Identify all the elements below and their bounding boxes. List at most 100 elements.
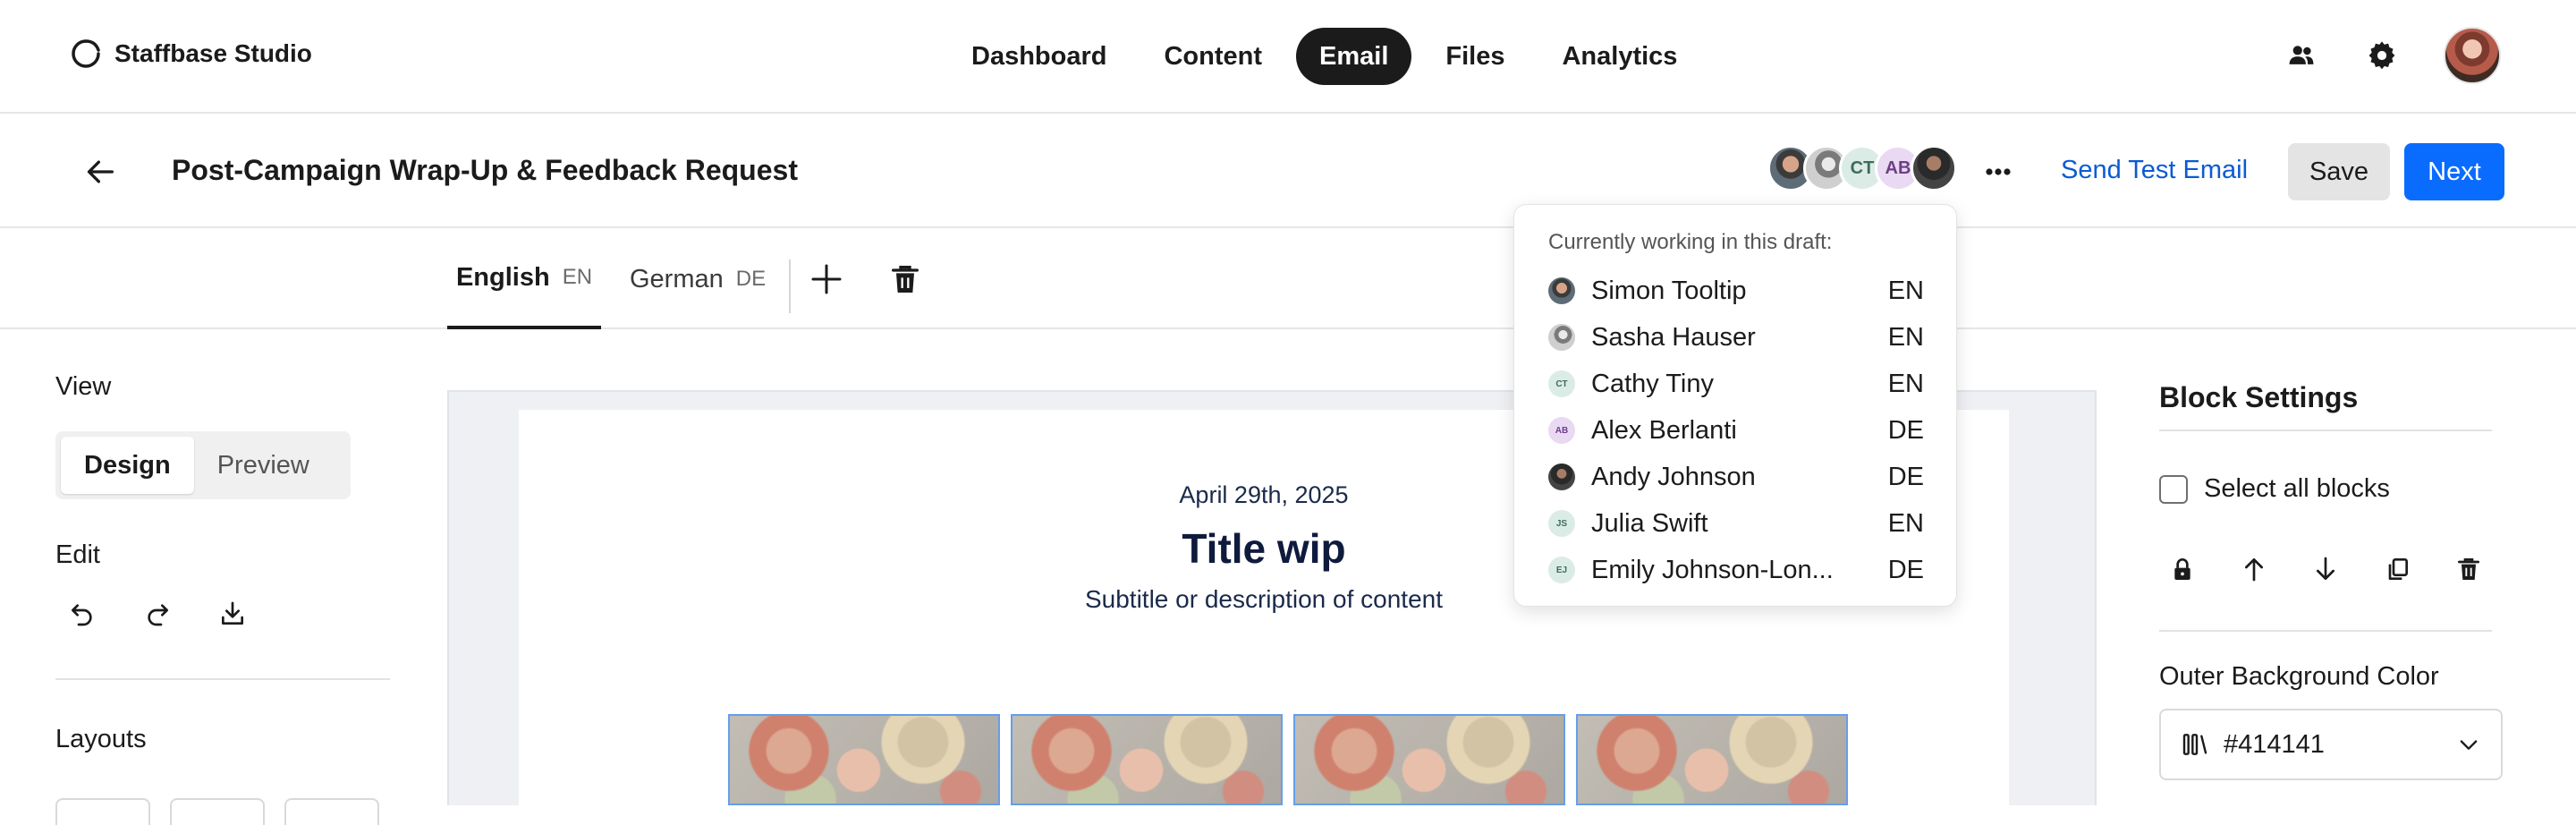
collaborator-list: Simon Tooltip EN Sasha Hauser EN CT Cath… [1548, 268, 1924, 593]
collaborator-language: DE [1887, 555, 1924, 584]
undo-icon[interactable] [68, 600, 97, 628]
user-avatar[interactable] [2444, 27, 2501, 84]
edit-section-label: Edit [55, 540, 100, 569]
color-swatch-icon [2181, 730, 2209, 759]
move-up-arrow-icon[interactable] [2240, 555, 2268, 583]
nav-tab-dashboard[interactable]: Dashboard [948, 28, 1130, 85]
language-code: EN [562, 265, 593, 289]
collaborator-language: DE [1887, 415, 1924, 445]
collaborator-language: EN [1887, 276, 1924, 305]
add-language-plus-icon[interactable] [809, 261, 844, 297]
collaborator-avatar: AB [1548, 417, 1575, 444]
back-arrow-icon[interactable] [82, 154, 118, 190]
duplicate-icon[interactable] [2383, 555, 2411, 583]
divider [2159, 630, 2492, 632]
collaborator-avatar: CT [1548, 370, 1575, 397]
download-icon[interactable] [218, 600, 247, 628]
move-down-arrow-icon[interactable] [2311, 555, 2340, 583]
divider [789, 259, 791, 313]
top-navigation: Staffbase Studio Dashboard Content Email… [0, 0, 2576, 114]
collaborator-language: EN [1887, 322, 1924, 352]
block-settings-title: Block Settings [2159, 381, 2359, 413]
collaborator-row[interactable]: EJ Emily Johnson-Lon... DE [1548, 547, 1924, 593]
next-button[interactable]: Next [2404, 143, 2504, 200]
food-image[interactable] [1293, 714, 1565, 805]
collaborator-avatar: EJ [1548, 557, 1575, 583]
outer-background-color-label: Outer Background Color [2159, 662, 2439, 691]
language-name: German [630, 264, 724, 293]
save-button[interactable]: Save [2288, 143, 2390, 200]
image-grid [728, 714, 1848, 805]
staffbase-logo-icon [70, 38, 102, 70]
view-option-design[interactable]: Design [61, 437, 194, 494]
popover-heading: Currently working in this draft: [1548, 230, 1833, 254]
collaborator-name: Sasha Hauser [1591, 322, 1756, 352]
block-actions [2168, 555, 2483, 583]
brand[interactable]: Staffbase Studio [70, 38, 312, 70]
collaborator-name: Simon Tooltip [1591, 276, 1747, 305]
food-image[interactable] [728, 714, 1000, 805]
nav-tab-analytics[interactable]: Analytics [1538, 28, 1700, 85]
collaborator-name: Alex Berlanti [1591, 415, 1737, 445]
collaborator-avatar [1548, 324, 1575, 351]
select-all-blocks[interactable]: Select all blocks [2159, 474, 2390, 504]
collaborator-language: EN [1887, 508, 1924, 538]
collaborator-name: Emily Johnson-Lon... [1591, 555, 1834, 584]
page-title: Post-Campaign Wrap-Up & Feedback Request [172, 154, 798, 186]
more-options-icon[interactable] [1980, 154, 2016, 190]
send-test-email-button[interactable]: Send Test Email [2061, 156, 2248, 185]
collaborator-row[interactable]: JS Julia Swift EN [1548, 500, 1924, 547]
language-tab-english[interactable]: English EN [447, 229, 601, 329]
select-all-checkbox[interactable] [2159, 474, 2188, 504]
layouts-section-label: Layouts [55, 725, 147, 753]
brand-name: Staffbase Studio [114, 39, 312, 67]
collaborator-avatar[interactable] [1911, 145, 1957, 191]
divider [2159, 430, 2492, 431]
nav-tab-files[interactable]: Files [1422, 28, 1528, 85]
view-section-label: View [55, 372, 112, 401]
collaborator-avatars[interactable]: CT AB [1767, 145, 1957, 191]
collaborator-row[interactable]: Sasha Hauser EN [1548, 314, 1924, 361]
collaborator-row[interactable]: AB Alex Berlanti DE [1548, 407, 1924, 454]
collaborator-avatar: JS [1548, 510, 1575, 537]
edit-actions [68, 600, 247, 628]
draft-header: Post-Campaign Wrap-Up & Feedback Request… [0, 115, 2576, 228]
collaborator-row[interactable]: CT Cathy Tiny EN [1548, 361, 1924, 407]
layout-thumbnails [55, 798, 379, 825]
collaborator-avatar [1548, 464, 1575, 490]
language-bar: English EN German DE [0, 229, 2576, 329]
food-image[interactable] [1576, 714, 1848, 805]
chevron-down-icon [2456, 732, 2481, 757]
lock-icon[interactable] [2168, 555, 2197, 583]
nav-tab-email[interactable]: Email [1296, 28, 1412, 85]
delete-language-trash-icon[interactable] [887, 261, 923, 297]
people-icon[interactable] [2283, 37, 2320, 74]
main-nav-tabs: Dashboard Content Email Files Analytics [948, 28, 1711, 85]
food-image[interactable] [1011, 714, 1283, 805]
collaborator-name: Julia Swift [1591, 508, 1708, 538]
collaborator-name: Andy Johnson [1591, 462, 1756, 491]
layout-thumbnail[interactable] [284, 798, 379, 825]
gear-icon[interactable] [2363, 37, 2401, 74]
view-option-preview[interactable]: Preview [194, 437, 333, 494]
language-code: DE [735, 267, 767, 291]
divider [55, 678, 390, 680]
collaborator-language: EN [1887, 369, 1924, 398]
select-all-label: Select all blocks [2204, 474, 2390, 503]
view-toggle: Design Preview [55, 431, 351, 499]
collaborator-row[interactable]: Andy Johnson DE [1548, 454, 1924, 500]
collaborators-popover: Currently working in this draft: Simon T… [1513, 204, 1957, 607]
language-name: English [455, 262, 550, 292]
color-value: #414141 [2224, 729, 2325, 759]
collaborator-avatar [1548, 277, 1575, 304]
redo-icon[interactable] [143, 600, 172, 628]
outer-background-color-select[interactable]: #414141 [2159, 709, 2503, 780]
top-right-actions [2283, 27, 2501, 84]
nav-tab-content[interactable]: Content [1140, 28, 1285, 85]
layout-thumbnail[interactable] [55, 798, 150, 825]
layout-thumbnail[interactable] [170, 798, 265, 825]
trash-icon[interactable] [2454, 555, 2483, 583]
language-tab-german[interactable]: German DE [630, 229, 766, 329]
collaborator-row[interactable]: Simon Tooltip EN [1548, 268, 1924, 314]
collaborator-name: Cathy Tiny [1591, 369, 1714, 398]
